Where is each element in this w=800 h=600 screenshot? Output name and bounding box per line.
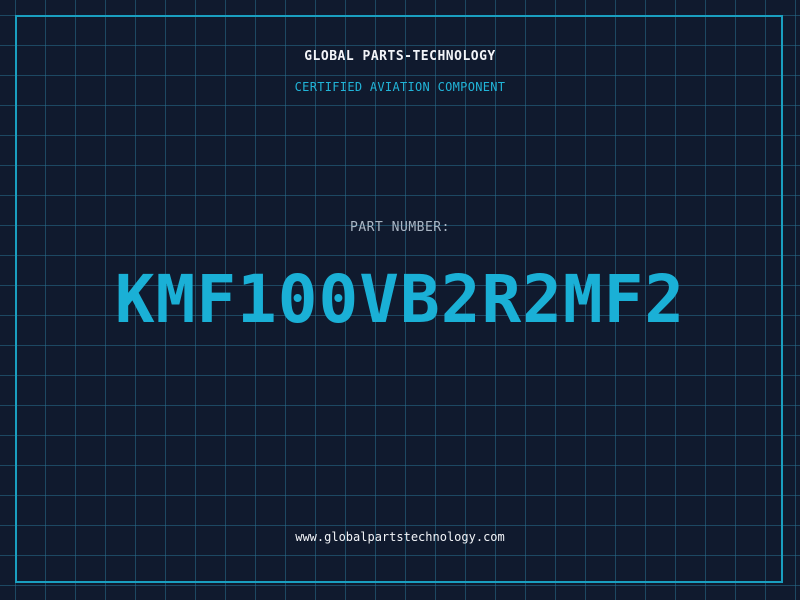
certification-subtitle: CERTIFIED AVIATION COMPONENT: [294, 80, 506, 94]
part-number-label: PART NUMBER:: [350, 220, 450, 235]
company-name: GLOBAL PARTS-TECHNOLOGY: [304, 49, 496, 64]
part-number-value: KMF100VB2R2MF2: [114, 261, 686, 338]
website-url: www.globalpartstechnology.com: [295, 530, 505, 544]
part-label-card: GLOBAL PARTS-TECHNOLOGY CERTIFIED AVIATI…: [0, 0, 800, 600]
